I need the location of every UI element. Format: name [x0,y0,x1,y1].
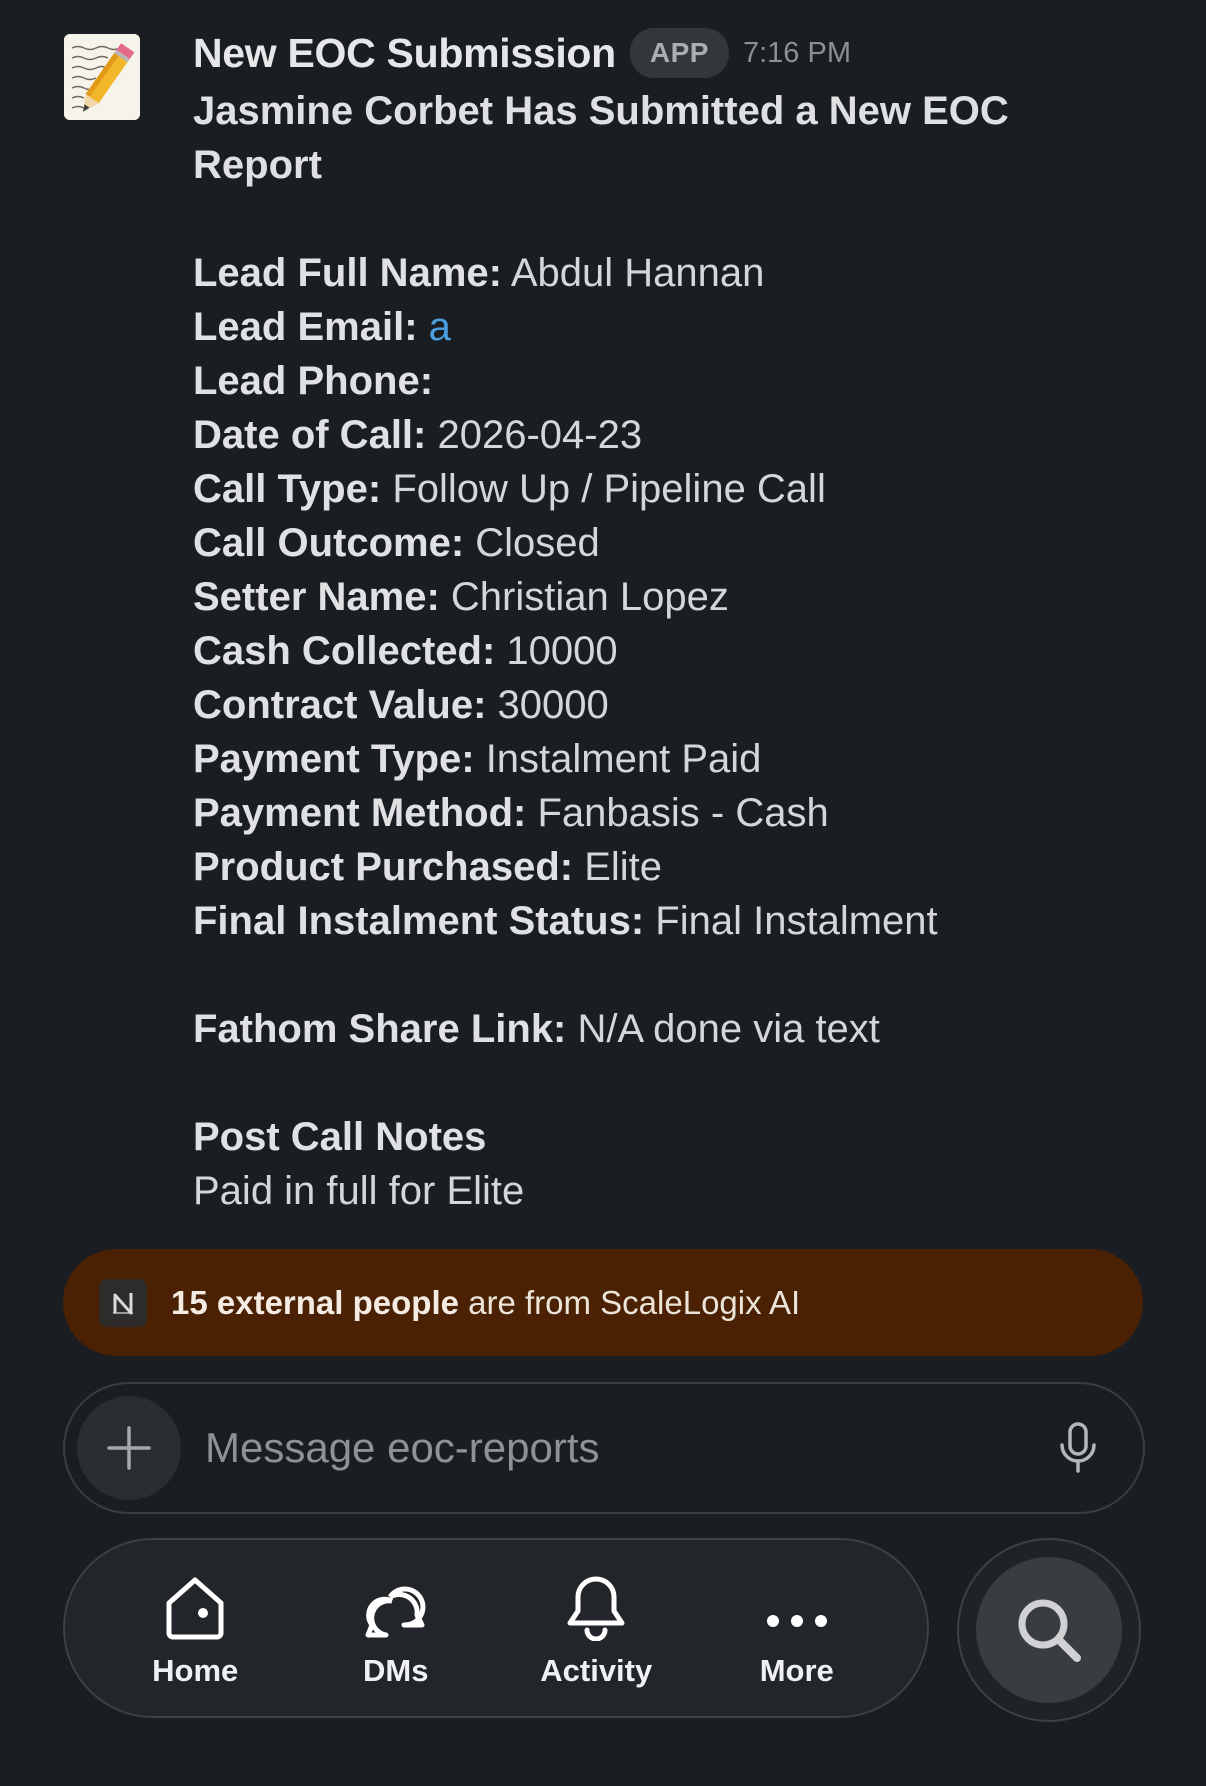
nav-activity[interactable]: Activity [511,1567,681,1689]
nav-more-label: More [759,1653,834,1688]
plus-icon [107,1426,151,1470]
lead-email-link[interactable]: a [429,305,451,349]
sender-name[interactable]: New EOC Submission [193,30,616,77]
app-badge: APP [629,28,729,78]
search-button[interactable] [957,1538,1141,1722]
report-fields: Lead Full Name: Abdul Hannan Lead Email:… [193,246,1166,1218]
field-call-type: Call Type: Follow Up / Pipeline Call [193,467,826,511]
add-attachment-button[interactable] [77,1396,181,1500]
field-product-purchased: Product Purchased: Elite [193,845,663,889]
bell-icon [567,1576,625,1641]
external-people-count: 15 external people [171,1283,459,1321]
field-cash-collected: Cash Collected: 10000 [193,629,618,673]
post-call-notes-title: Post Call Notes [193,1115,487,1159]
external-org-text: are from ScaleLogix AI [468,1283,801,1321]
field-lead-phone: Lead Phone: [193,359,434,403]
field-lead-full-name: Lead Full Name: Abdul Hannan [193,251,765,295]
field-lead-email: Lead Email: a [193,305,451,349]
message-header: New EOC Submission APP 7:16 PM [193,28,1166,78]
message-input[interactable] [203,1423,1053,1473]
external-people-banner[interactable]: 15 external people are from ScaleLogix A… [63,1249,1143,1356]
field-contract-value: Contract Value: 30000 [193,683,609,727]
nav-activity-label: Activity [540,1653,653,1688]
home-icon [166,1577,224,1640]
message-composer [63,1382,1145,1514]
memo-pencil-avatar-icon[interactable] [64,34,140,120]
field-payment-method: Payment Method: Fanbasis - Cash [193,791,829,835]
message-body: New EOC Submission APP 7:16 PM Jasmine C… [193,28,1166,1218]
field-fathom-share-link: Fathom Share Link: N/A done via text [193,1007,880,1051]
field-date-of-call: Date of Call: 2026-04-23 [193,413,643,457]
post-call-notes-text: Paid in full for Elite [193,1169,525,1213]
nav-dms[interactable]: DMs [311,1567,481,1689]
message-timestamp[interactable]: 7:16 PM [743,37,851,70]
dms-icon [365,1586,426,1638]
field-call-outcome: Call Outcome: Closed [193,521,600,565]
field-payment-type: Payment Type: Instalment Paid [193,737,762,781]
message-headline: Jasmine Corbet Has Submitted a New EOC R… [193,89,1009,187]
bottom-navigation: Home DMs Activity More [63,1538,929,1718]
nav-dms-label: DMs [363,1653,429,1688]
microphone-button[interactable] [1053,1418,1103,1478]
nav-more[interactable]: More [712,1567,882,1689]
scalelogix-logo-icon [99,1278,147,1327]
nav-home[interactable]: Home [110,1567,280,1689]
field-final-instalment-status: Final Instalment Status: Final Instalmen… [193,899,938,943]
microphone-icon [1060,1422,1096,1473]
search-icon [1018,1599,1081,1662]
more-icon [766,1615,827,1627]
nav-home-label: Home [152,1653,239,1688]
field-setter-name: Setter Name: Christian Lopez [193,575,729,619]
external-people-text: 15 external people are from ScaleLogix A… [171,1284,800,1322]
